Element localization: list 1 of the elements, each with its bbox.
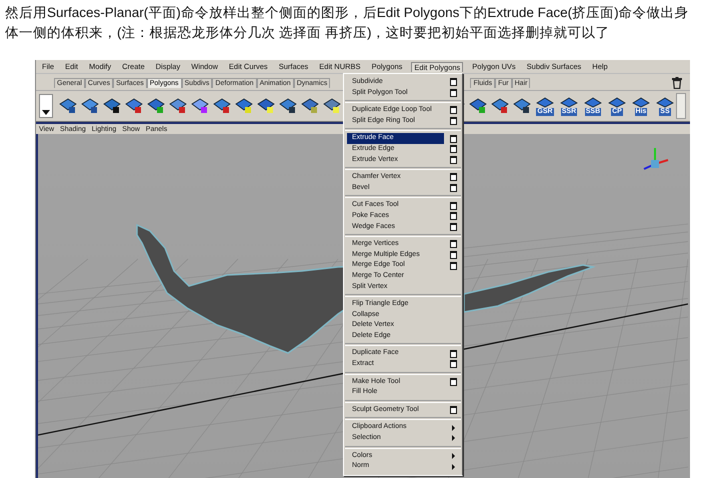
caption-text: 然后用Surfaces-Planar(平面)命令放样出整个侧面的图形，后Edit Polygons下的Extrude Face(挤压面)命令做出身体一侧的体积来，(注：根据恐龙形体分几次 选择面 再挤压)，这时要把初始平面选择删掉就可以了: [4, 4, 690, 42]
